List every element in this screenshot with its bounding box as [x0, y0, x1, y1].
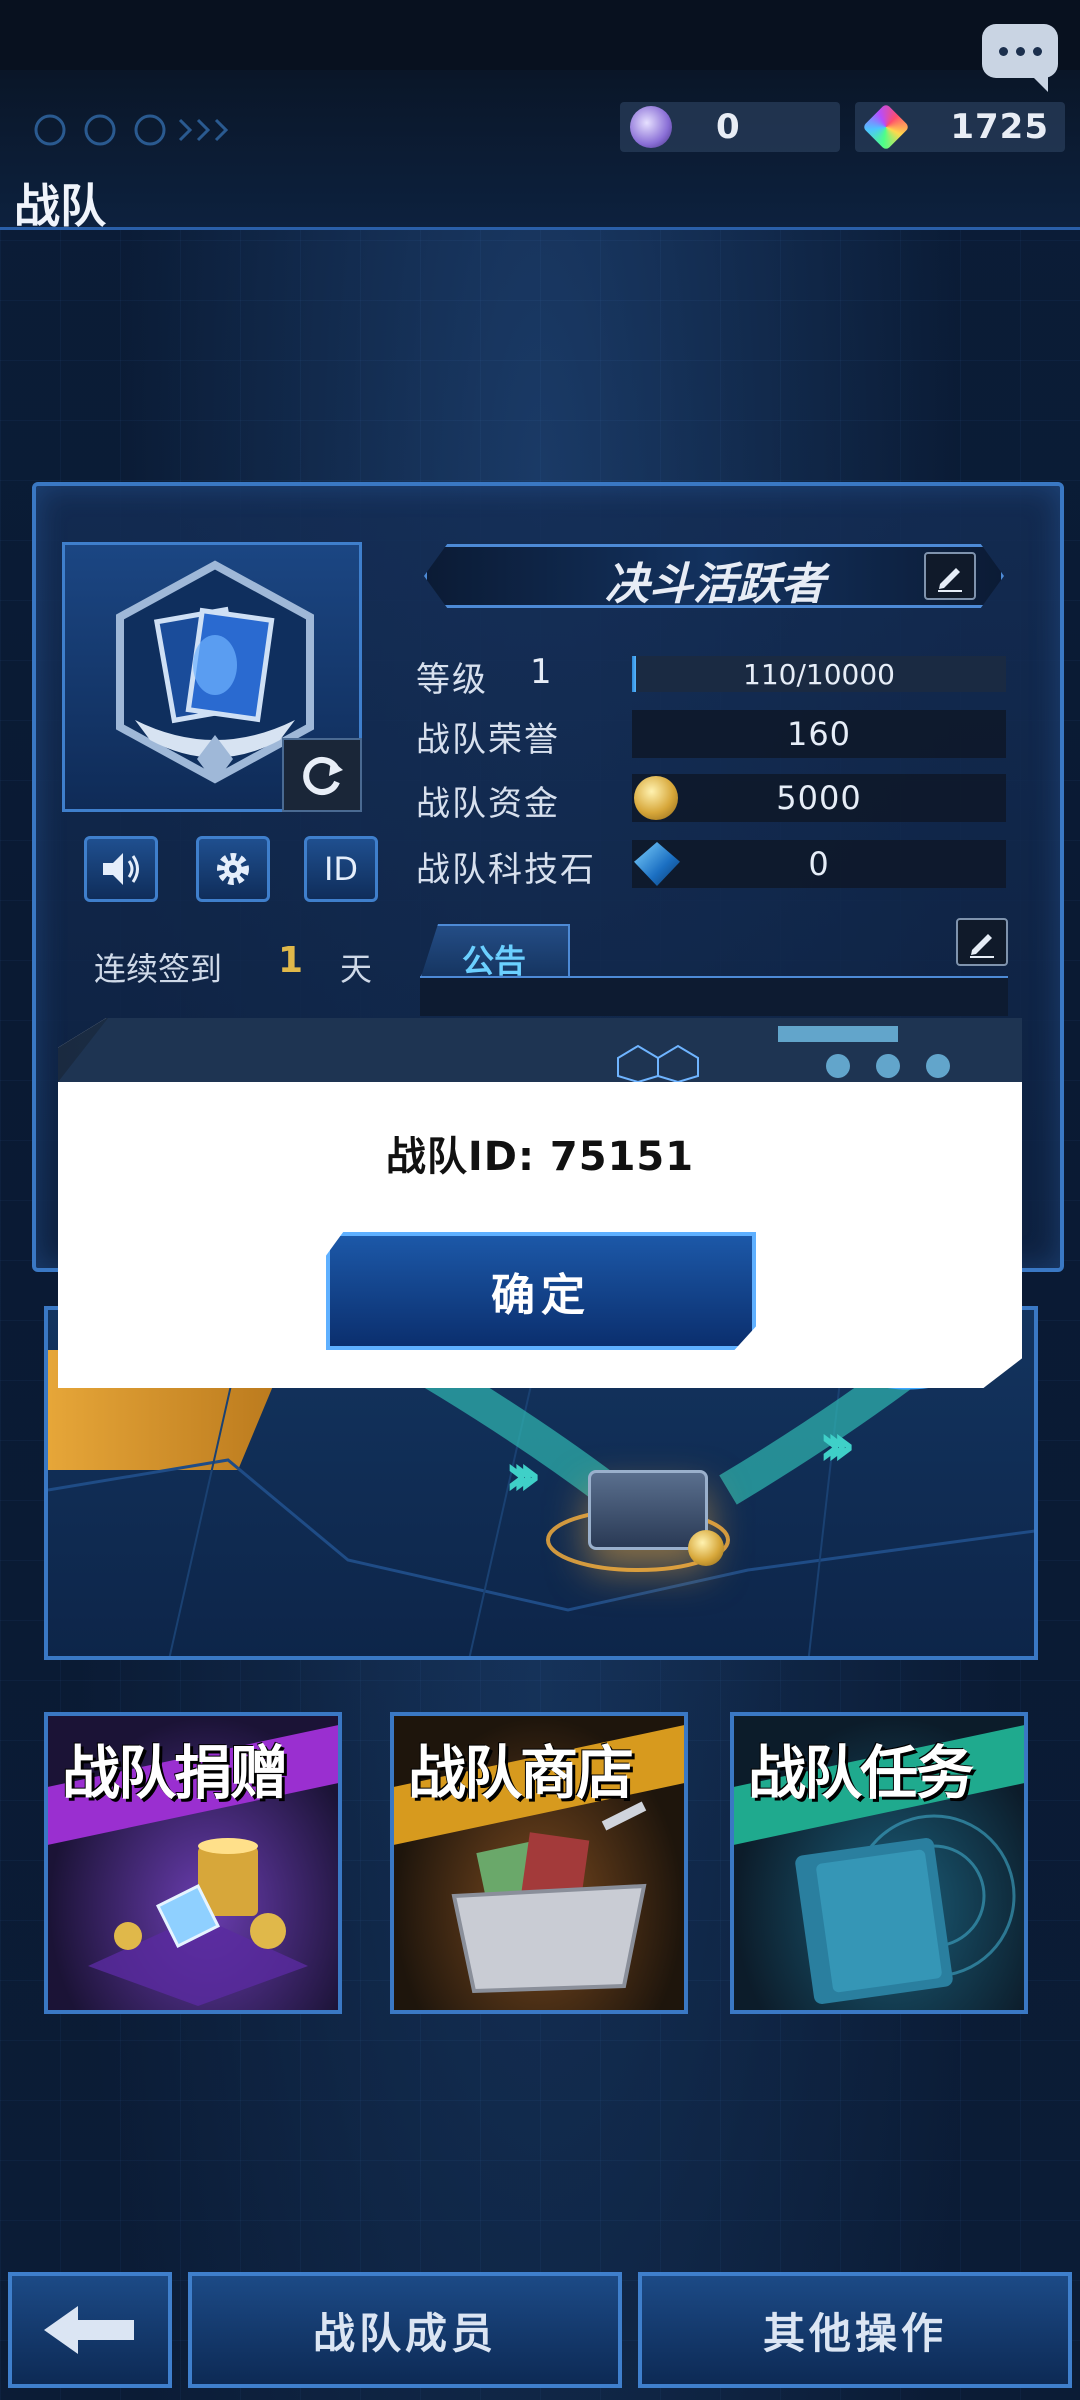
- dialog-message: 战队ID: 75151: [385, 1134, 695, 1180]
- dialog-header-decoration: [58, 1018, 1022, 1084]
- dialog-header: [58, 1018, 1022, 1084]
- confirm-button[interactable]: 确定: [326, 1232, 756, 1350]
